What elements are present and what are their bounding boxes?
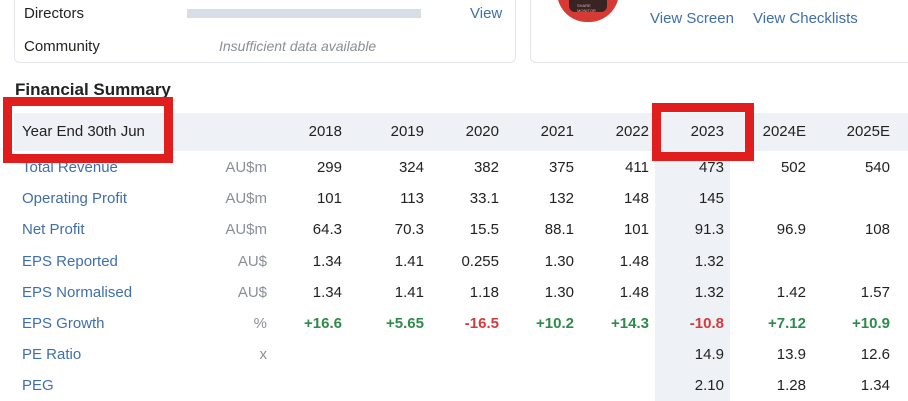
table-cell: 502 <box>780 159 806 176</box>
table-cell: 1.48 <box>619 284 649 301</box>
table-cell: 324 <box>398 159 424 176</box>
table-cell: 1.28 <box>776 377 806 394</box>
community-value: Insufficient data available <box>219 38 377 54</box>
highlight-column <box>655 151 730 401</box>
table-cell: 1.32 <box>694 284 724 301</box>
year-header: 2022 <box>615 123 649 140</box>
row-unit: x <box>259 346 268 363</box>
table-cell: 1.18 <box>469 284 499 301</box>
table-cell: 1.48 <box>619 253 649 270</box>
phone-screen: SHARE MONITOR <box>569 0 607 13</box>
row-label[interactable]: EPS Reported <box>22 253 118 270</box>
row-label[interactable]: EPS Normalised <box>22 284 132 301</box>
table-cell: -16.5 <box>464 315 499 332</box>
table-cell: 91.3 <box>694 221 724 238</box>
table-cell: 1.30 <box>544 284 574 301</box>
year-header: 2021 <box>540 123 574 140</box>
table-cell: 473 <box>698 159 724 176</box>
row-unit: AU$m <box>225 221 267 238</box>
table-cell: 1.30 <box>544 253 574 270</box>
row-unit: AU$m <box>225 159 267 176</box>
directors-bar <box>187 9 421 18</box>
annotation-box-2023 <box>652 103 754 161</box>
table-cell: 1.41 <box>394 253 424 270</box>
year-header: 2018 <box>308 123 342 140</box>
table-cell: 96.9 <box>776 221 806 238</box>
table-cell: 13.9 <box>776 346 806 363</box>
people-card: Directors View Community Insufficient da… <box>14 0 516 63</box>
table-cell: 411 <box>625 159 649 176</box>
row-label[interactable]: EPS Growth <box>22 315 105 332</box>
screen-card: SHARE MONITOR View Screen View Checklist… <box>530 0 908 63</box>
directors-label: Directors <box>24 5 85 22</box>
table-cell: 148 <box>623 190 649 207</box>
table-cell: 540 <box>864 159 890 176</box>
table-cell: 382 <box>473 159 499 176</box>
table-cell: 299 <box>316 159 342 176</box>
table-cell: 64.3 <box>312 221 342 238</box>
row-unit: AU$ <box>237 253 267 270</box>
table-cell: 1.57 <box>860 284 890 301</box>
table-cell: 14.9 <box>694 346 724 363</box>
table-cell: +10.9 <box>852 315 890 332</box>
row-label[interactable]: PEG <box>22 377 54 394</box>
annotation-box-year-end <box>3 97 173 163</box>
table-cell: 88.1 <box>544 221 574 238</box>
table-cell: 113 <box>400 190 424 207</box>
table-cell: +14.3 <box>611 315 649 332</box>
table-cell: 1.34 <box>312 253 342 270</box>
table-cell: 132 <box>548 190 574 207</box>
row-unit: AU$ <box>237 284 267 301</box>
table-cell: -10.8 <box>689 315 724 332</box>
table-cell: 375 <box>548 159 574 176</box>
table-cell: +7.12 <box>768 315 806 332</box>
table-cell: 1.34 <box>312 284 342 301</box>
table-cell: 1.32 <box>694 253 724 270</box>
table-cell: 0.255 <box>461 253 499 270</box>
row-unit: AU$m <box>225 190 267 207</box>
year-header: 2019 <box>390 123 424 140</box>
table-cell: +5.65 <box>386 315 424 332</box>
table-cell: 101 <box>316 190 342 207</box>
community-label: Community <box>24 38 100 55</box>
directors-view-link[interactable]: View <box>470 5 502 22</box>
view-screen-link[interactable]: View Screen <box>650 10 734 27</box>
row-label[interactable]: Net Profit <box>22 221 85 238</box>
phone-image: SHARE MONITOR <box>557 0 619 22</box>
year-header: 2025E <box>846 123 890 140</box>
table-cell: 15.5 <box>469 221 499 238</box>
table-cell: 33.1 <box>469 190 499 207</box>
phone-text: SHARE MONITOR <box>577 3 596 13</box>
table-cell: +16.6 <box>304 315 342 332</box>
table-cell: 2.10 <box>694 377 724 394</box>
row-label[interactable]: PE Ratio <box>22 346 81 363</box>
year-header: 2020 <box>465 123 499 140</box>
table-cell: 1.42 <box>776 284 806 301</box>
table-cell: 101 <box>623 221 649 238</box>
table-cell: 1.34 <box>860 377 890 394</box>
table-cell: 145 <box>698 190 724 207</box>
table-cell: +10.2 <box>536 315 574 332</box>
table-cell: 70.3 <box>394 221 424 238</box>
table-cell: 108 <box>864 221 890 238</box>
row-label[interactable]: Operating Profit <box>22 190 127 207</box>
view-checklists-link[interactable]: View Checklists <box>753 10 858 27</box>
row-unit: % <box>253 315 267 332</box>
table-cell: 1.41 <box>394 284 424 301</box>
table-cell: 12.6 <box>860 346 890 363</box>
